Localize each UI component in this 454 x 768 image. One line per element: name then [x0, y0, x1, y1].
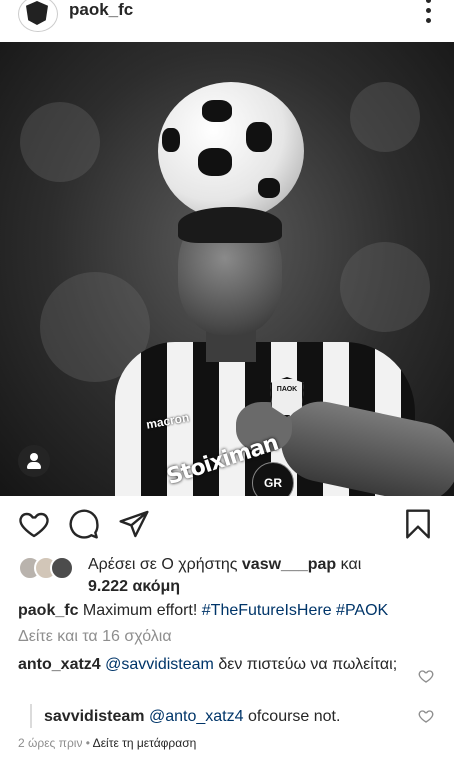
view-all-comments-link[interactable]: Δείτε και τα 16 σχόλια [18, 628, 172, 646]
caption-hashtags[interactable]: #TheFutureIsHere #PAOK [202, 602, 388, 619]
likes-count[interactable]: 9.222 ακόμη [88, 578, 180, 595]
comment-username[interactable]: anto_xatz4 [18, 656, 101, 673]
heart-icon[interactable] [18, 508, 50, 540]
comment-reply: savvidisteam @anto_xatz4 ofcourse not. [44, 706, 404, 728]
post-header: paok_fc [0, 0, 454, 42]
user-icon[interactable] [18, 445, 50, 477]
profile-avatar[interactable] [18, 0, 58, 32]
see-translation-link[interactable]: Δείτε τη μετάφραση [93, 736, 197, 750]
reply-divider [30, 704, 32, 728]
comment-mention[interactable]: @anto_xatz4 [149, 708, 244, 725]
share-icon[interactable] [118, 508, 150, 540]
heart-icon[interactable] [418, 708, 434, 724]
post-caption: paok_fc Maximum effort! #TheFutureIsHere… [18, 600, 438, 622]
more-vertical-icon[interactable] [426, 0, 432, 23]
post-image[interactable]: ΠΑΟΚ macron Stoiximan GR [0, 42, 454, 496]
comment-icon[interactable] [68, 508, 100, 540]
liker-username[interactable]: vasw___pap [242, 556, 336, 573]
comment-mention[interactable]: @savvidisteam [105, 656, 214, 673]
football [158, 82, 304, 220]
comment-text: δεν πιστεύω να πωλείται; [213, 656, 398, 673]
comment-username[interactable]: savvidisteam [44, 708, 145, 725]
likes-text[interactable]: Αρέσει σε Ο χρήστης vasw___pap και 9.222 … [88, 554, 428, 598]
heart-icon[interactable] [418, 668, 434, 684]
post-username[interactable]: paok_fc [69, 0, 133, 20]
likes-summary[interactable]: Αρέσει σε Ο χρήστης vasw___pap και 9.222 … [18, 552, 438, 600]
post-timestamp: 2 ώρες πριν • Δείτε τη μετάφραση [18, 736, 197, 750]
caption-text: Maximum effort! [78, 602, 202, 619]
liker-avatar [50, 556, 74, 580]
post-actions [0, 496, 454, 548]
bookmark-icon[interactable] [402, 508, 434, 540]
gr-badge: GR [252, 462, 294, 496]
comment-text: ofcourse not. [243, 708, 341, 725]
caption-username[interactable]: paok_fc [18, 602, 78, 619]
paok-crest-icon [26, 1, 48, 25]
comment-item: anto_xatz4 @savvidisteam δεν πιστεύω να … [18, 654, 408, 676]
